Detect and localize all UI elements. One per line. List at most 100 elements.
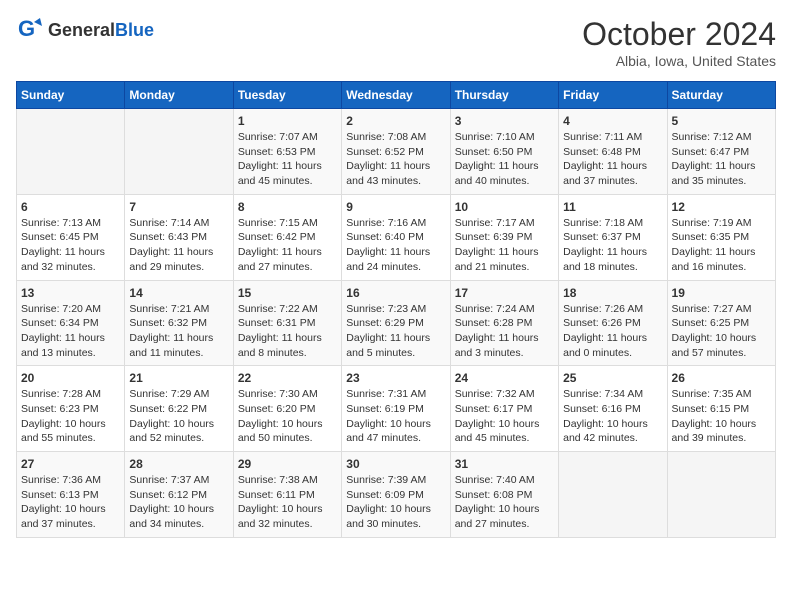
calendar-week-row: 13Sunrise: 7:20 AMSunset: 6:34 PMDayligh… xyxy=(17,280,776,366)
day-number: 25 xyxy=(563,371,662,385)
title-block: October 2024 Albia, Iowa, United States xyxy=(582,16,776,69)
day-number: 31 xyxy=(455,457,554,471)
day-info: Sunrise: 7:38 AMSunset: 6:11 PMDaylight:… xyxy=(238,473,337,532)
day-number: 13 xyxy=(21,286,120,300)
day-info: Sunrise: 7:19 AMSunset: 6:35 PMDaylight:… xyxy=(672,216,771,275)
day-number: 11 xyxy=(563,200,662,214)
day-info: Sunrise: 7:14 AMSunset: 6:43 PMDaylight:… xyxy=(129,216,228,275)
day-info: Sunrise: 7:11 AMSunset: 6:48 PMDaylight:… xyxy=(563,130,662,189)
day-number: 30 xyxy=(346,457,445,471)
calendar-cell: 20 Sunrise: 7:28 AMSunset: 6:23 PMDayligh… xyxy=(17,366,125,452)
calendar-cell: 18Sunrise: 7:26 AMSunset: 6:26 PMDayligh… xyxy=(559,280,667,366)
calendar-cell xyxy=(667,452,775,538)
day-info: Sunrise: 7:34 AMSunset: 6:16 PMDaylight:… xyxy=(563,387,662,446)
calendar-cell: 5Sunrise: 7:12 AMSunset: 6:47 PMDaylight… xyxy=(667,109,775,195)
weekday-header: Sunday xyxy=(17,82,125,109)
weekday-header: Friday xyxy=(559,82,667,109)
day-info: Sunrise: 7:08 AMSunset: 6:52 PMDaylight:… xyxy=(346,130,445,189)
day-info: Sunrise: 7:35 AMSunset: 6:15 PMDaylight:… xyxy=(672,387,771,446)
calendar-cell: 10Sunrise: 7:17 AMSunset: 6:39 PMDayligh… xyxy=(450,194,558,280)
calendar-cell: 6Sunrise: 7:13 AMSunset: 6:45 PMDaylight… xyxy=(17,194,125,280)
calendar-cell: 19Sunrise: 7:27 AMSunset: 6:25 PMDayligh… xyxy=(667,280,775,366)
day-info: Sunrise: 7:07 AMSunset: 6:53 PMDaylight:… xyxy=(238,130,337,189)
day-number: 17 xyxy=(455,286,554,300)
calendar-cell: 14Sunrise: 7:21 AMSunset: 6:32 PMDayligh… xyxy=(125,280,233,366)
day-number: 12 xyxy=(672,200,771,214)
calendar-cell: 17 Sunrise: 7:24 AMSunset: 6:28 PMDayligh… xyxy=(450,280,558,366)
calendar-cell: 11Sunrise: 7:18 AMSunset: 6:37 PMDayligh… xyxy=(559,194,667,280)
day-number: 19 xyxy=(672,286,771,300)
calendar-week-row: 20 Sunrise: 7:28 AMSunset: 6:23 PMDayligh… xyxy=(17,366,776,452)
calendar-cell: 24 Sunrise: 7:32 AMSunset: 6:17 PMDayligh… xyxy=(450,366,558,452)
day-number: 23 xyxy=(346,371,445,385)
calendar-cell: 7 Sunrise: 7:14 AMSunset: 6:43 PMDaylight… xyxy=(125,194,233,280)
day-info: Sunrise: 7:40 AMSunset: 6:08 PMDaylight:… xyxy=(455,473,554,532)
day-info: Sunrise: 7:30 AMSunset: 6:20 PMDaylight:… xyxy=(238,387,337,446)
day-number: 10 xyxy=(455,200,554,214)
calendar-subtitle: Albia, Iowa, United States xyxy=(582,53,776,69)
day-number: 21 xyxy=(129,371,228,385)
calendar-week-row: 27Sunrise: 7:36 AMSunset: 6:13 PMDayligh… xyxy=(17,452,776,538)
calendar-cell: 22 Sunrise: 7:30 AMSunset: 6:20 PMDayligh… xyxy=(233,366,341,452)
calendar-cell xyxy=(125,109,233,195)
day-info: Sunrise: 7:12 AMSunset: 6:47 PMDaylight:… xyxy=(672,130,771,189)
calendar-cell: 15 Sunrise: 7:22 AMSunset: 6:31 PMDayligh… xyxy=(233,280,341,366)
calendar-cell: 1 Sunrise: 7:07 AMSunset: 6:53 PMDaylight… xyxy=(233,109,341,195)
logo-general: General xyxy=(48,20,115,40)
day-number: 20 xyxy=(21,371,120,385)
day-number: 18 xyxy=(563,286,662,300)
calendar-cell: 3 Sunrise: 7:10 AMSunset: 6:50 PMDaylight… xyxy=(450,109,558,195)
day-number: 8 xyxy=(238,200,337,214)
weekday-header: Thursday xyxy=(450,82,558,109)
day-number: 1 xyxy=(238,114,337,128)
day-number: 16 xyxy=(346,286,445,300)
calendar-cell: 25 Sunrise: 7:34 AMSunset: 6:16 PMDayligh… xyxy=(559,366,667,452)
svg-text:G: G xyxy=(18,16,35,41)
calendar-cell: 8 Sunrise: 7:15 AMSunset: 6:42 PMDaylight… xyxy=(233,194,341,280)
day-info: Sunrise: 7:37 AMSunset: 6:12 PMDaylight:… xyxy=(129,473,228,532)
day-number: 15 xyxy=(238,286,337,300)
day-number: 7 xyxy=(129,200,228,214)
calendar-week-row: 6Sunrise: 7:13 AMSunset: 6:45 PMDaylight… xyxy=(17,194,776,280)
calendar-cell: 21 Sunrise: 7:29 AMSunset: 6:22 PMDayligh… xyxy=(125,366,233,452)
day-number: 28 xyxy=(129,457,228,471)
weekday-header: Tuesday xyxy=(233,82,341,109)
day-info: Sunrise: 7:24 AMSunset: 6:28 PMDaylight:… xyxy=(455,302,554,361)
day-number: 6 xyxy=(21,200,120,214)
day-info: Sunrise: 7:31 AMSunset: 6:19 PMDaylight:… xyxy=(346,387,445,446)
day-info: Sunrise: 7:22 AMSunset: 6:31 PMDaylight:… xyxy=(238,302,337,361)
day-number: 4 xyxy=(563,114,662,128)
day-number: 29 xyxy=(238,457,337,471)
day-number: 9 xyxy=(346,200,445,214)
calendar-cell: 27Sunrise: 7:36 AMSunset: 6:13 PMDayligh… xyxy=(17,452,125,538)
day-info: Sunrise: 7:28 AMSunset: 6:23 PMDaylight:… xyxy=(21,387,120,446)
calendar-title: October 2024 xyxy=(582,16,776,53)
day-number: 27 xyxy=(21,457,120,471)
logo: G GeneralBlue xyxy=(16,16,154,44)
weekday-header: Saturday xyxy=(667,82,775,109)
calendar-cell: 16 Sunrise: 7:23 AMSunset: 6:29 PMDayligh… xyxy=(342,280,450,366)
day-info: Sunrise: 7:15 AMSunset: 6:42 PMDaylight:… xyxy=(238,216,337,275)
day-info: Sunrise: 7:32 AMSunset: 6:17 PMDaylight:… xyxy=(455,387,554,446)
calendar-cell: 2 Sunrise: 7:08 AMSunset: 6:52 PMDaylight… xyxy=(342,109,450,195)
day-number: 24 xyxy=(455,371,554,385)
calendar-cell xyxy=(559,452,667,538)
day-number: 22 xyxy=(238,371,337,385)
calendar-cell: 12 Sunrise: 7:19 AMSunset: 6:35 PMDayligh… xyxy=(667,194,775,280)
weekday-header: Wednesday xyxy=(342,82,450,109)
day-number: 2 xyxy=(346,114,445,128)
calendar-cell: 29 Sunrise: 7:38 AMSunset: 6:11 PMDayligh… xyxy=(233,452,341,538)
day-number: 26 xyxy=(672,371,771,385)
weekday-header: Monday xyxy=(125,82,233,109)
logo-blue: Blue xyxy=(115,20,154,40)
calendar-cell: 4 Sunrise: 7:11 AMSunset: 6:48 PMDaylight… xyxy=(559,109,667,195)
day-info: Sunrise: 7:39 AMSunset: 6:09 PMDaylight:… xyxy=(346,473,445,532)
calendar-cell: 31 Sunrise: 7:40 AMSunset: 6:08 PMDayligh… xyxy=(450,452,558,538)
day-number: 3 xyxy=(455,114,554,128)
day-info: Sunrise: 7:10 AMSunset: 6:50 PMDaylight:… xyxy=(455,130,554,189)
weekday-header-row: SundayMondayTuesdayWednesdayThursdayFrid… xyxy=(17,82,776,109)
calendar-table: SundayMondayTuesdayWednesdayThursdayFrid… xyxy=(16,81,776,538)
day-info: Sunrise: 7:29 AMSunset: 6:22 PMDaylight:… xyxy=(129,387,228,446)
day-info: Sunrise: 7:23 AMSunset: 6:29 PMDaylight:… xyxy=(346,302,445,361)
calendar-cell: 9Sunrise: 7:16 AMSunset: 6:40 PMDaylight… xyxy=(342,194,450,280)
